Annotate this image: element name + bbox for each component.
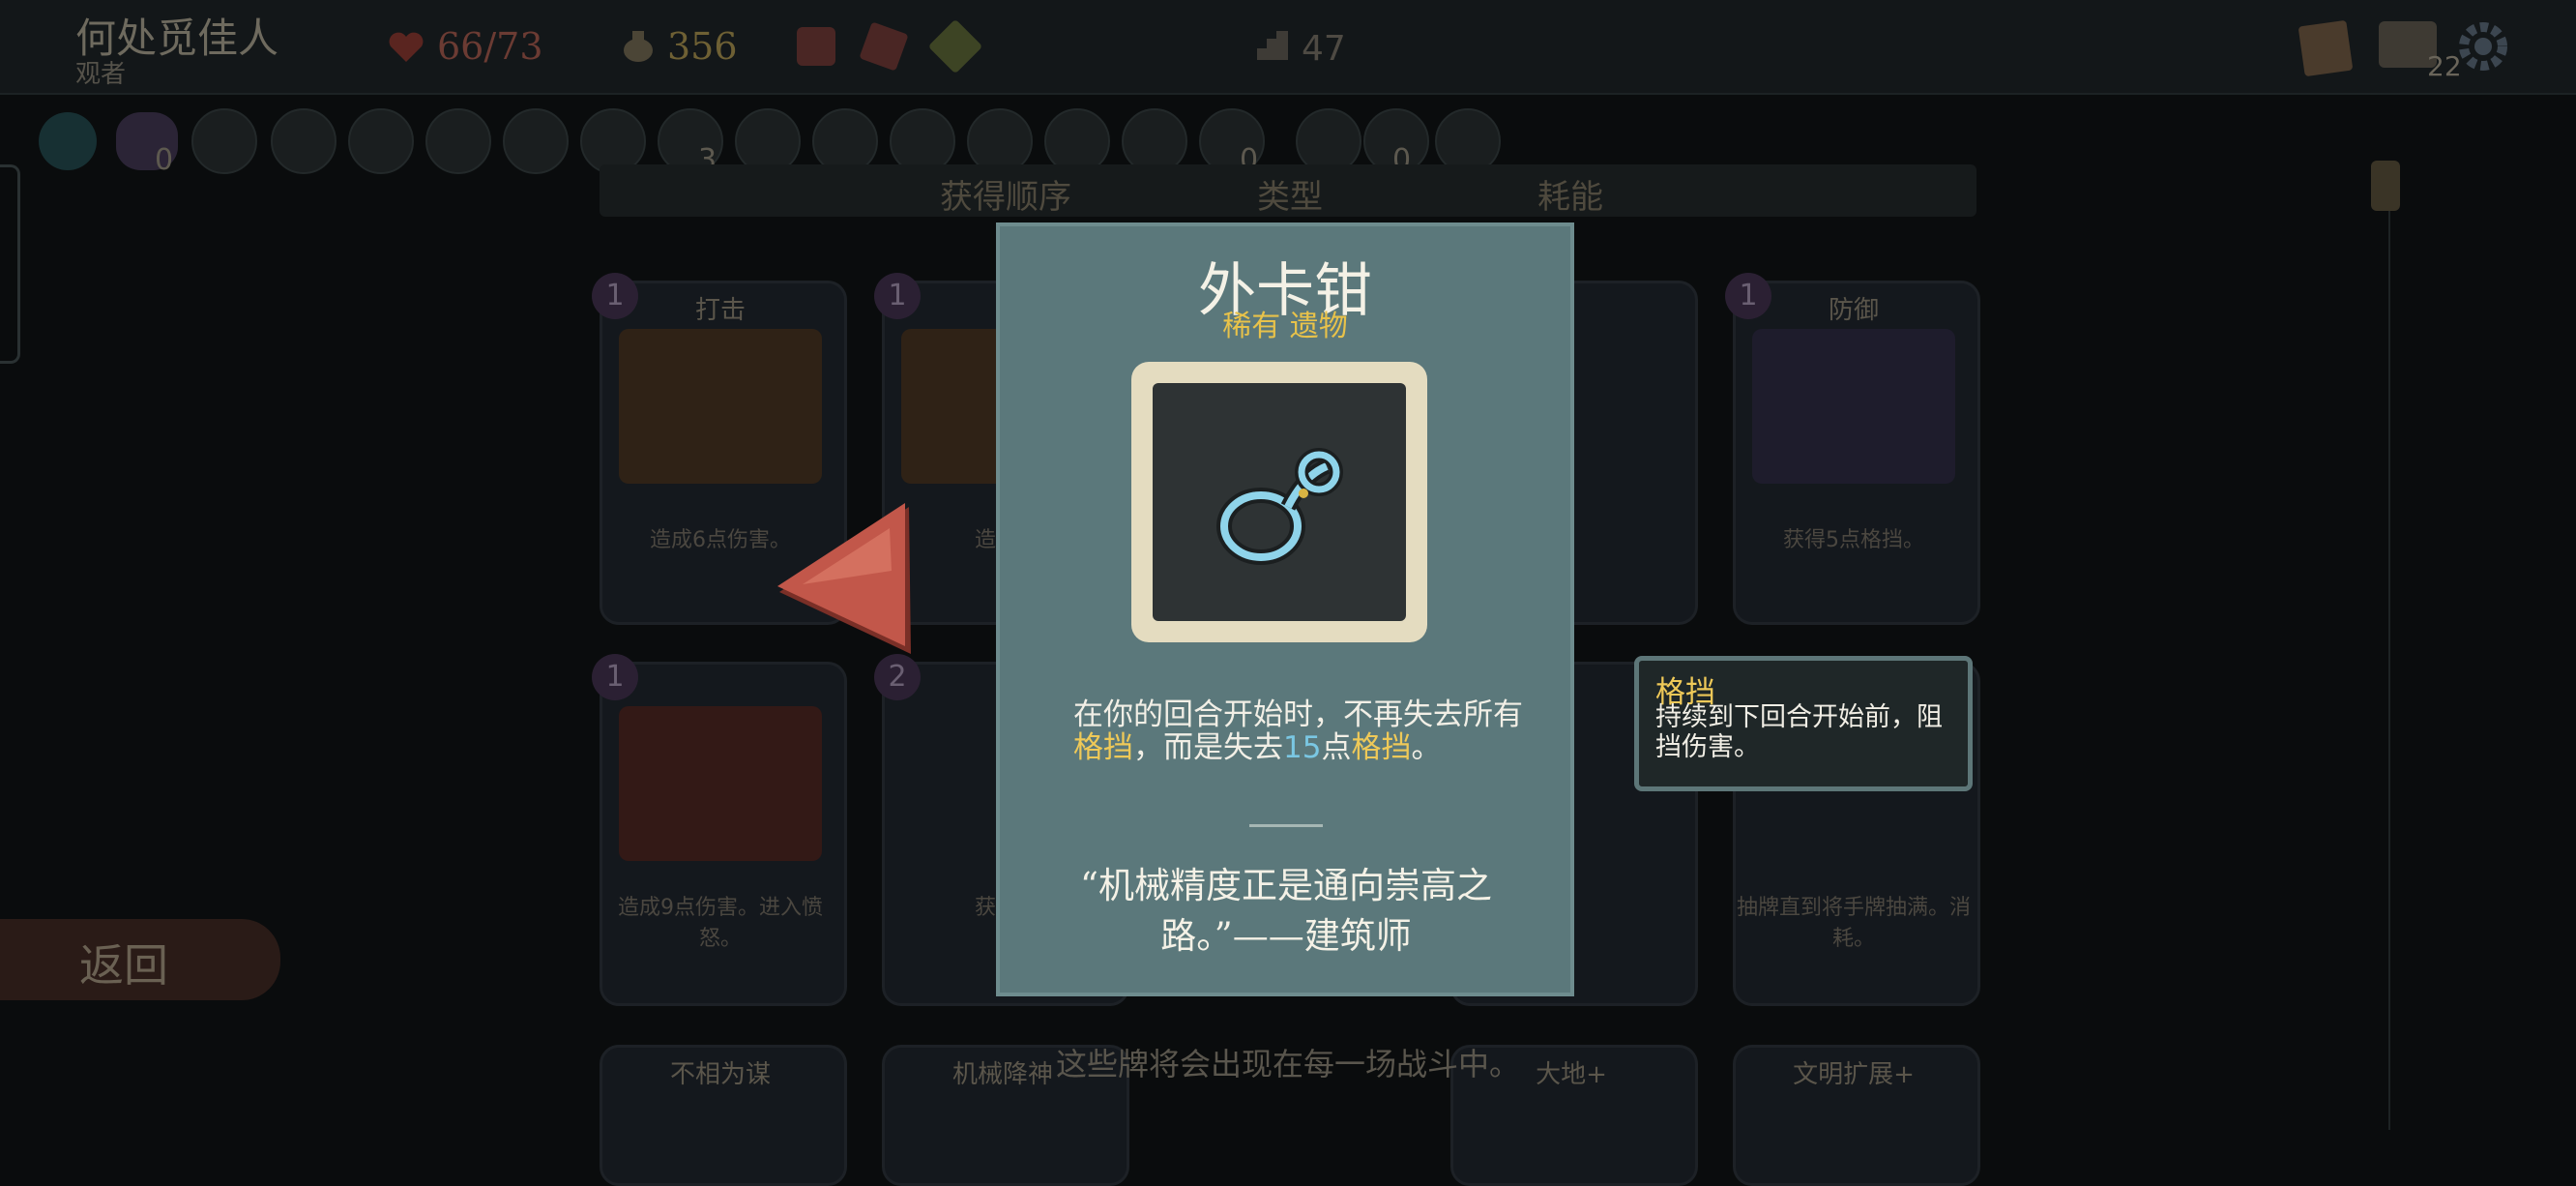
gold-value: 356 — [667, 25, 738, 68]
relic-counter-1: 0 — [155, 143, 174, 177]
gold-bag-icon — [624, 31, 653, 62]
relic-6[interactable] — [425, 108, 491, 174]
relic-flavor-text: “机械精度正是通向崇高之路。”——建筑师 — [1080, 865, 1492, 957]
desc-text: ，而是失去 — [1133, 730, 1283, 765]
desc-text: 在你的回合开始时，不再失去所有 — [1073, 697, 1523, 732]
relic-7[interactable] — [503, 108, 569, 174]
card-art — [1752, 329, 1955, 484]
relic-5[interactable] — [348, 108, 414, 174]
scrollbar[interactable] — [2388, 163, 2419, 1130]
previous-arrow-icon[interactable] — [774, 503, 914, 658]
relic-3[interactable] — [191, 108, 257, 174]
floor-value: 47 — [1302, 29, 1346, 69]
card-title: 文明扩展+ — [1793, 1060, 1915, 1089]
card-desc: 获得5点格挡。 — [1783, 528, 1924, 552]
card-desc: 造成9点伤害。进入愤怒。 — [618, 896, 823, 951]
card-cost: 1 — [874, 273, 921, 319]
heart-icon — [389, 32, 424, 62]
map-icon[interactable] — [2298, 19, 2354, 77]
desc-text: 点 — [1321, 730, 1352, 765]
relic-tier: 稀有 遗物 — [1222, 310, 1348, 343]
card-art — [619, 706, 822, 861]
hp-value: 66/73 — [437, 25, 543, 68]
card-cost: 1 — [592, 654, 638, 700]
sort-type-button[interactable]: 类型 — [1257, 170, 1323, 218]
floor-icon — [1257, 31, 1288, 60]
player-class: 观者 — [75, 60, 127, 89]
desc-text: 。 — [1411, 730, 1442, 765]
relic-4[interactable] — [271, 108, 337, 174]
card-art — [619, 329, 822, 484]
number-value: 15 — [1283, 730, 1322, 765]
card-title: 防御 — [1828, 296, 1879, 325]
keyword-block[interactable]: 格挡 — [1073, 730, 1133, 765]
divider — [1249, 824, 1323, 827]
left-edge-panel — [0, 164, 20, 364]
card-title: 不相为谋 — [669, 1060, 771, 1089]
card-cost: 2 — [874, 654, 921, 700]
card-title: 打击 — [694, 296, 746, 325]
sort-acquired-button[interactable]: 获得顺序 — [940, 170, 1071, 218]
hint-text: 这些牌将会出现在每一场战斗中。 — [1056, 1046, 1521, 1082]
settings-gear-icon[interactable] — [2456, 19, 2510, 74]
calipers-relic-icon — [1216, 448, 1343, 565]
relic-description: 在你的回合开始时，不再失去所有格挡，而是失去15点格挡。 — [1073, 698, 1528, 764]
tooltip-body: 持续到下回合开始前，阻挡伤害。 — [1655, 702, 1943, 762]
card-desc: 抽牌直到将手牌抽满。消耗。 — [1736, 896, 1971, 951]
relic-1[interactable] — [39, 112, 97, 170]
scrollbar-thumb[interactable] — [2371, 161, 2400, 211]
sort-cost-button[interactable]: 耗能 — [1537, 170, 1603, 218]
potion-slot-1[interactable] — [797, 27, 835, 66]
keyword-block[interactable]: 格挡 — [1351, 730, 1411, 765]
back-button-label: 返回 — [79, 939, 168, 992]
